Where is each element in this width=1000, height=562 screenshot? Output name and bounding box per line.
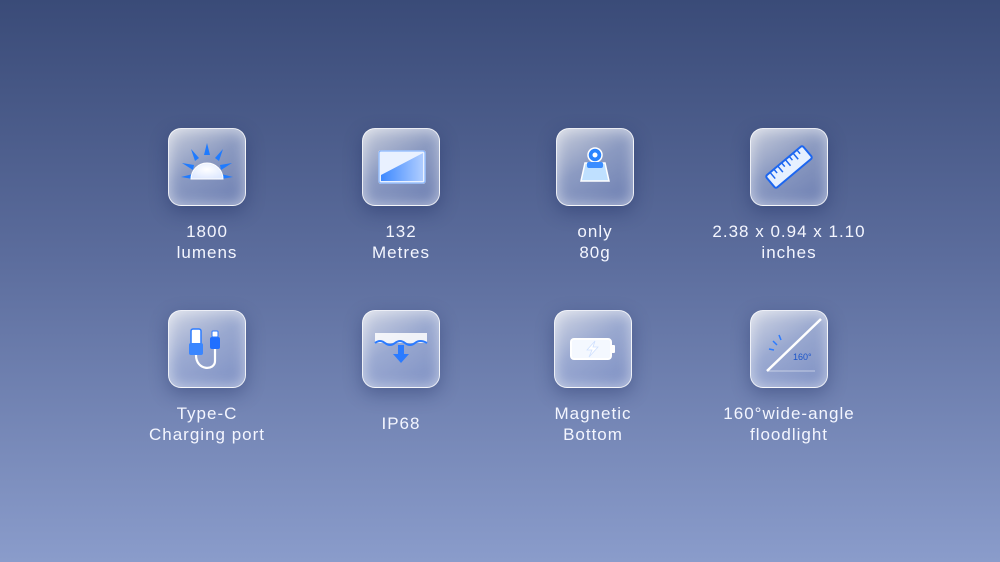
sun-brightness-icon <box>168 128 246 206</box>
feature-beam-distance: 132 Metres <box>311 128 491 263</box>
feature-ip68: IP68 <box>311 310 491 434</box>
svg-text:160°: 160° <box>793 352 812 362</box>
usb-c-cable-icon <box>168 310 246 388</box>
feature-wide-angle: 160° 160°wide-angle floodlight <box>699 310 879 445</box>
weight-icon <box>556 128 634 206</box>
feature-dimensions: 2.38 x 0.94 x 1.10 inches <box>699 128 879 263</box>
waterproof-icon <box>362 310 440 388</box>
feature-label: 132 Metres <box>372 222 430 262</box>
feature-label: 2.38 x 0.94 x 1.10 inches <box>712 222 866 262</box>
feature-label: 1800 lumens <box>176 222 238 262</box>
feature-magnetic: Magnetic Bottom <box>503 310 683 445</box>
wide-angle-icon: 160° <box>750 310 828 388</box>
feature-label: IP68 <box>381 414 421 433</box>
feature-lumens: 1800 lumens <box>117 128 297 263</box>
magnetic-battery-icon <box>554 310 632 388</box>
feature-label: 160°wide-angle floodlight <box>723 404 855 444</box>
ruler-icon <box>750 128 828 206</box>
feature-weight: only 80g <box>505 128 685 263</box>
beam-distance-icon <box>362 128 440 206</box>
feature-label: only 80g <box>577 222 613 262</box>
feature-label: Magnetic Bottom <box>554 404 632 444</box>
feature-label: Type-C Charging port <box>148 404 265 444</box>
feature-type-c: Type-C Charging port <box>117 310 297 445</box>
